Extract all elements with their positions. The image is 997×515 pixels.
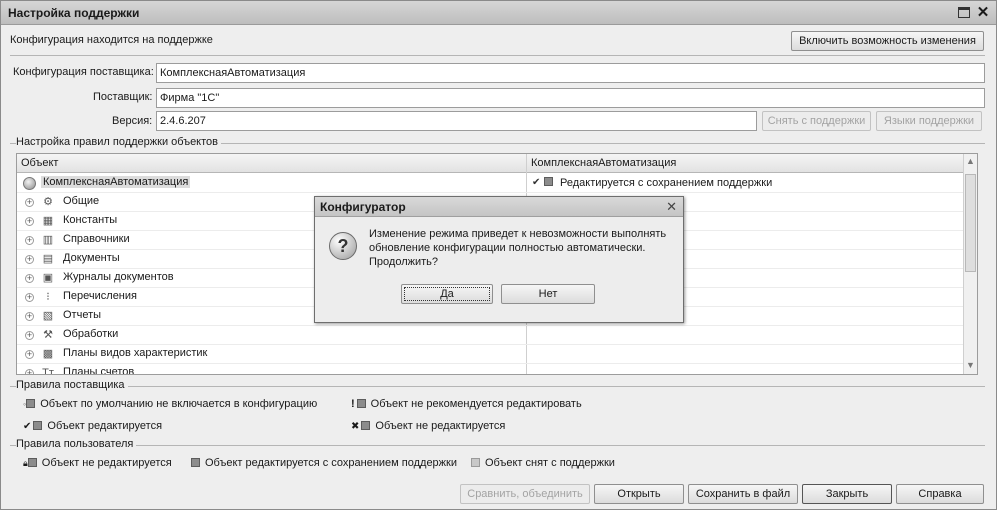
divider: [10, 55, 985, 56]
save-to-file-button[interactable]: Сохранить в файл: [688, 484, 798, 504]
divider: [10, 386, 985, 387]
confirm-dialog: Конфигуратор ✕ ? Изменение режима привед…: [314, 196, 684, 323]
edit-check-icon: ✔: [532, 177, 558, 188]
legend-item: ◦ Объект по умолчанию не включается в кон…: [23, 398, 318, 410]
support-status-text: Конфигурация находится на поддержке: [10, 34, 213, 46]
question-icon: ?: [329, 232, 357, 260]
expand-icon[interactable]: +: [25, 293, 34, 302]
accounts-icon: Тт: [42, 367, 54, 375]
expand-icon[interactable]: +: [25, 255, 34, 264]
row-name: КомплекснаяАвтоматизация: [41, 176, 191, 188]
row-name: Журналы документов: [63, 271, 174, 283]
vendor-field[interactable]: Фирма "1С": [156, 88, 985, 108]
removed-cube-icon: [471, 458, 480, 467]
legend-item: Объект редактируется с сохранением подде…: [191, 457, 457, 469]
vertical-scrollbar[interactable]: ▲ ▼: [963, 154, 977, 374]
expand-icon[interactable]: +: [25, 236, 34, 245]
expand-icon[interactable]: +: [25, 350, 34, 359]
constants-icon: ▦: [42, 215, 54, 227]
rules-group-title: Настройка правил поддержки объектов: [16, 136, 221, 148]
open-button[interactable]: Открыть: [594, 484, 684, 504]
row-name: Отчеты: [63, 309, 102, 321]
gears-icon: ⚙: [43, 196, 53, 208]
scroll-up-icon[interactable]: ▲: [966, 156, 975, 166]
vendor-config-field[interactable]: КомплекснаяАвтоматизация: [156, 63, 985, 83]
journal-icon: ▣: [42, 272, 54, 284]
compare-merge-button[interactable]: Сравнить, объединить: [460, 484, 590, 504]
table-row[interactable]: + ▩ Планы видов характеристик: [17, 345, 964, 364]
chart-types-icon: ▩: [42, 348, 54, 360]
not-recommended-icon: !: [351, 398, 355, 410]
row-name: Документы: [63, 252, 120, 264]
legend-item: Объект снят с поддержки: [471, 457, 615, 469]
vendor-label: Поставщик:: [93, 91, 153, 103]
enum-icon: ⁝: [46, 291, 50, 303]
legend-item: ✖ Объект не редактируется: [351, 420, 506, 432]
row-name: Планы счетов: [63, 366, 135, 375]
no-button[interactable]: Нет: [501, 284, 595, 304]
version-field[interactable]: 2.4.6.207: [156, 111, 757, 131]
row-name: Константы: [63, 214, 118, 226]
table-row[interactable]: КомплекснаяАвтоматизация ✔ Редактируется…: [17, 174, 964, 193]
not-editable-cross-icon: ✖: [351, 421, 360, 432]
expand-icon[interactable]: +: [25, 217, 34, 226]
column-header-config[interactable]: КомплекснаяАвтоматизация: [531, 157, 676, 169]
row-name: Планы видов характеристик: [63, 347, 208, 359]
divider: [10, 445, 985, 446]
expand-icon[interactable]: +: [25, 369, 34, 374]
processing-icon: ⚒: [43, 329, 53, 341]
support-settings-window: Настройка поддержки ✕ Конфигурация наход…: [0, 0, 997, 510]
window-title: Настройка поддержки: [8, 6, 140, 20]
dialog-title: Конфигуратор: [320, 200, 406, 214]
yes-button[interactable]: Да: [401, 284, 493, 304]
row-name: Общие: [63, 195, 100, 207]
support-languages-button[interactable]: Языки поддержки: [876, 111, 982, 131]
user-rules-title: Правила пользователя: [16, 438, 137, 450]
vendor-rules-title: Правила поставщика: [16, 379, 128, 391]
row-name: Перечисления: [63, 290, 137, 302]
vendor-config-label: Конфигурация поставщика:: [13, 66, 154, 78]
close-icon[interactable]: ✕: [976, 5, 990, 20]
maximize-icon[interactable]: [958, 7, 970, 18]
row-rule: Редактируется с сохранением поддержки: [560, 177, 773, 189]
document-icon: ▤: [42, 253, 54, 265]
scroll-down-icon[interactable]: ▼: [966, 360, 975, 370]
configuration-root-icon: [23, 177, 36, 190]
editable-check-icon: ✔: [23, 421, 32, 432]
row-name: Справочники: [63, 233, 130, 245]
version-label: Версия:: [112, 115, 153, 127]
column-header-object[interactable]: Объект: [21, 157, 58, 169]
table-row[interactable]: + ⚒ Обработки: [17, 326, 964, 345]
expand-icon[interactable]: +: [25, 274, 34, 283]
dialog-title-bar: Конфигуратор ✕: [315, 197, 683, 217]
expand-icon[interactable]: +: [25, 312, 34, 321]
help-button[interactable]: Справка: [896, 484, 984, 504]
dialog-message: Изменение режима приведет к невозможност…: [369, 228, 667, 268]
legend-item: 🔒︎ Объект не редактируется: [23, 457, 172, 469]
scroll-thumb[interactable]: [965, 174, 976, 272]
legend-item: ! Объект не рекомендуется редактировать: [351, 398, 582, 410]
expand-icon[interactable]: +: [25, 331, 34, 340]
dialog-close-icon[interactable]: ✕: [666, 199, 677, 215]
legend-item: ✔ Объект редактируется: [23, 420, 163, 432]
remove-support-button[interactable]: Снять с поддержки: [762, 111, 871, 131]
enable-changes-button[interactable]: Включить возможность изменения: [791, 31, 984, 51]
table-header: Объект КомплекснаяАвтоматизация: [17, 154, 964, 173]
cube-icon: [191, 458, 200, 467]
close-button[interactable]: Закрыть: [802, 484, 892, 504]
title-bar: Настройка поддержки ✕: [1, 1, 996, 25]
table-row[interactable]: + Тт Планы счетов: [17, 364, 964, 375]
row-name: Обработки: [63, 328, 119, 340]
report-icon: ▧: [42, 310, 54, 322]
expand-icon[interactable]: +: [25, 198, 34, 207]
catalog-icon: ▥: [42, 234, 54, 246]
